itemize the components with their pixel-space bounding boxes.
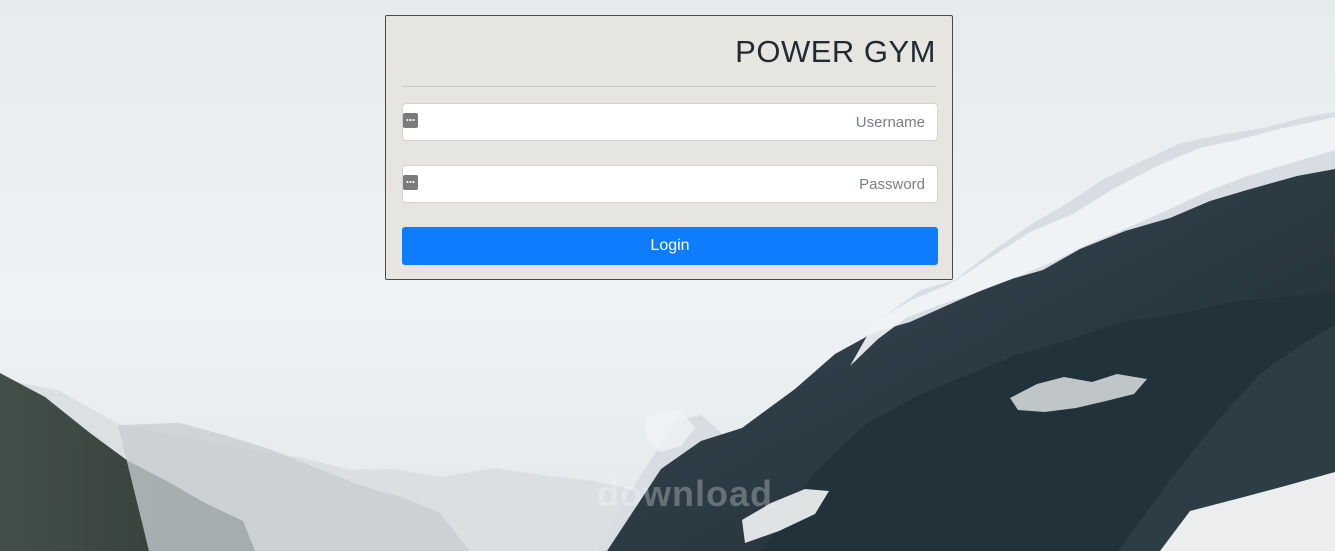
watermark-logo: download xyxy=(597,473,773,514)
password-field[interactable] xyxy=(402,165,938,203)
password-manager-key-icon[interactable] xyxy=(403,113,418,128)
login-button[interactable]: Login xyxy=(402,227,938,265)
title-divider xyxy=(402,86,936,87)
password-input[interactable] xyxy=(403,166,937,202)
username-field[interactable] xyxy=(402,103,938,141)
page-title: POWER GYM xyxy=(735,34,936,69)
login-card: POWER GYM Login xyxy=(385,15,953,280)
username-input[interactable] xyxy=(403,104,937,140)
password-manager-key-icon[interactable] xyxy=(403,175,418,190)
